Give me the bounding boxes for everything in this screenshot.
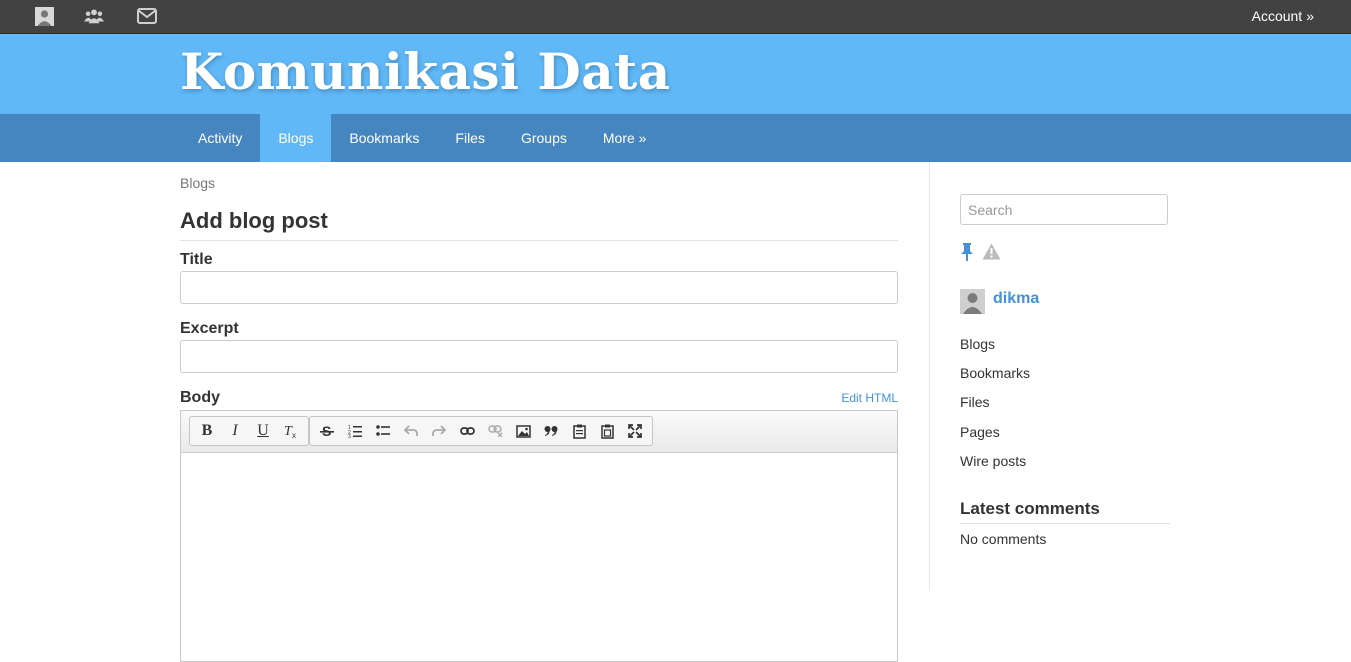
latest-comments-empty: No comments — [960, 531, 1047, 547]
latest-comments-divider — [960, 523, 1170, 524]
page-title: Add blog post — [180, 208, 328, 233]
nav-item-activity[interactable]: Activity — [180, 114, 260, 162]
nav-item-more[interactable]: More » — [585, 114, 665, 162]
breadcrumb[interactable]: Blogs — [180, 175, 215, 191]
nav-item-bookmarks[interactable]: Bookmarks — [331, 114, 437, 162]
body-label: Body — [180, 389, 220, 406]
svg-text:x: x — [292, 431, 296, 439]
latest-comments-title: Latest comments — [960, 499, 1100, 518]
excerpt-label: Excerpt — [180, 320, 239, 337]
editor-toolbar: B I U Tx S 123 — [181, 411, 897, 453]
toolbar-group-format: S 123 — [309, 416, 653, 446]
account-label: Account — [1251, 8, 1303, 24]
main-nav: Activity Blogs Bookmarks Files Groups Mo… — [0, 114, 1351, 162]
edit-html-link[interactable]: Edit HTML — [841, 391, 898, 405]
messages-icon[interactable] — [137, 6, 157, 26]
svg-text:3: 3 — [348, 434, 351, 438]
owner-links: Blogs Bookmarks Files Pages Wire posts — [960, 335, 1030, 481]
sidebar-item-pages[interactable]: Pages — [960, 423, 1030, 452]
unlink-icon[interactable] — [481, 419, 509, 443]
account-arrow: » — [1306, 8, 1314, 24]
nav-item-blogs[interactable]: Blogs — [260, 114, 332, 162]
bold-icon[interactable]: B — [193, 419, 221, 443]
profile-icon[interactable] — [34, 6, 54, 26]
friends-icon[interactable] — [84, 6, 104, 26]
maximize-icon[interactable] — [621, 419, 649, 443]
bulleted-list-icon[interactable] — [369, 419, 397, 443]
strikethrough-icon[interactable]: S — [313, 419, 341, 443]
redo-icon[interactable] — [425, 419, 453, 443]
site-title[interactable]: Komunikasi Data — [180, 42, 671, 101]
title-field[interactable] — [180, 271, 898, 304]
topbar: Account» — [0, 0, 1351, 34]
paste-icon[interactable] — [565, 419, 593, 443]
report-icon[interactable] — [982, 243, 1001, 265]
pin-icon[interactable] — [960, 243, 974, 266]
avatar[interactable] — [960, 289, 985, 314]
undo-icon[interactable] — [397, 419, 425, 443]
nav-item-groups[interactable]: Groups — [503, 114, 585, 162]
excerpt-field[interactable] — [180, 340, 898, 373]
paste-from-word-icon[interactable] — [593, 419, 621, 443]
editor-content-area[interactable] — [181, 453, 897, 653]
blockquote-icon[interactable] — [537, 419, 565, 443]
title-label: Title — [180, 251, 213, 268]
italic-icon[interactable]: I — [221, 419, 249, 443]
body-editor[interactable]: B I U Tx S 123 — [180, 410, 898, 662]
remove-format-icon[interactable]: Tx — [277, 419, 305, 443]
sidebar-item-files[interactable]: Files — [960, 393, 1030, 422]
account-menu[interactable]: Account» — [1252, 8, 1314, 24]
numbered-list-icon[interactable]: 123 — [341, 419, 369, 443]
title-divider — [180, 240, 898, 241]
image-icon[interactable] — [509, 419, 537, 443]
username-link[interactable]: dikma — [993, 290, 1039, 308]
search-input[interactable] — [960, 194, 1168, 225]
sidebar-item-wire-posts[interactable]: Wire posts — [960, 452, 1030, 481]
sidebar-item-blogs[interactable]: Blogs — [960, 335, 1030, 364]
toolbar-group-basic: B I U Tx — [189, 416, 309, 446]
sidebar-item-bookmarks[interactable]: Bookmarks — [960, 364, 1030, 393]
underline-icon[interactable]: U — [249, 419, 277, 443]
link-icon[interactable] — [453, 419, 481, 443]
nav-item-files[interactable]: Files — [437, 114, 503, 162]
sidebar-divider — [929, 162, 930, 590]
site-header: Komunikasi Data — [0, 34, 1351, 114]
